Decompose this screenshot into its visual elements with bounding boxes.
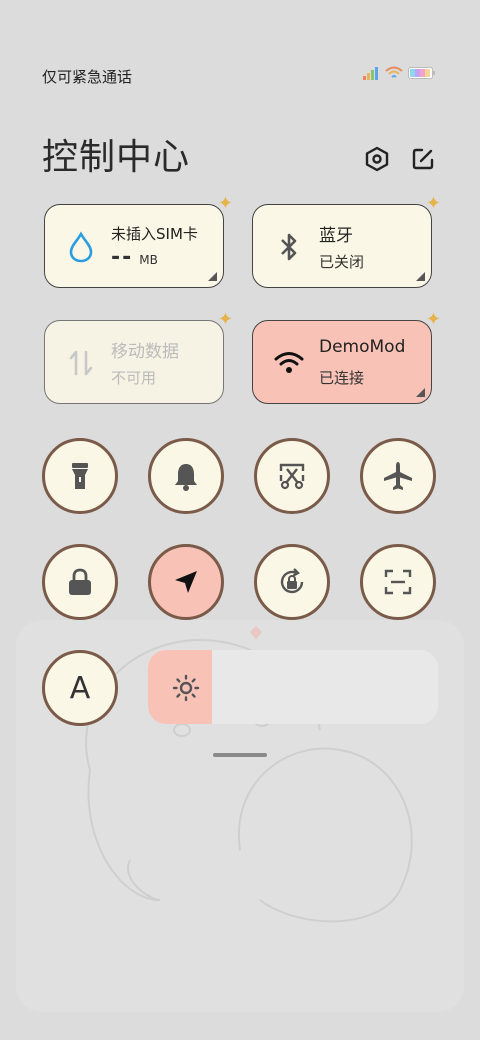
bluetooth-icon [273,231,305,263]
expand-corner-icon [208,272,217,281]
decoration-icon: ✦ [217,309,233,330]
carrier-status: 仅可紧急通话 [42,68,133,86]
bell-icon [175,464,197,491]
tile-title: 蓝牙 [319,226,353,246]
wifi-tile[interactable]: ✦ DemoMod 已连接 [252,309,441,404]
signal-icon [363,67,378,80]
drag-handle[interactable] [213,753,267,757]
letter-a-icon: A [69,670,91,706]
data-usage-tile[interactable]: ✦ 未插入SIM卡 -- MB [44,193,233,288]
lock-toggle[interactable] [42,544,118,620]
scan-icon [384,569,412,595]
decoration-icon: ✦ [425,193,441,214]
location-toggle[interactable] [148,544,224,620]
edit-button[interactable] [408,144,438,174]
decoration-icon: ✦ [217,193,233,214]
tile-subtitle: 不可用 [111,369,157,387]
expand-corner-icon [416,272,425,281]
bluetooth-tile[interactable]: ✦ 蓝牙 已关闭 [252,193,441,288]
lock-icon [69,568,91,595]
settings-button[interactable] [362,144,392,174]
flashlight-icon [72,463,88,489]
tile-title: 未插入SIM卡 [111,225,198,243]
usage-number: -- [111,245,134,270]
hexagon-gear-icon [365,146,389,172]
location-arrow-icon [175,571,197,593]
edit-icon [412,148,434,170]
scanner-toggle[interactable] [360,544,436,620]
status-bar: 仅可紧急通话 [0,0,480,110]
tile-title: 移动数据 [111,342,179,362]
usage-unit: MB [139,253,158,267]
expand-corner-icon [416,388,425,397]
battery-icon [408,67,435,79]
wifi-status-icon [385,66,403,78]
airplane-toggle[interactable] [360,438,436,514]
ring-toggle[interactable] [148,438,224,514]
airplane-icon [384,462,412,490]
water-drop-icon [65,231,97,263]
flashlight-toggle[interactable] [42,438,118,514]
data-usage-value: -- MB [111,245,158,270]
rotation-lock-toggle[interactable] [254,544,330,620]
wifi-icon [273,347,305,379]
data-arrows-icon [65,347,97,379]
status-icons [362,66,436,80]
rotation-lock-icon [280,568,304,594]
decoration-icon: ✦ [425,309,441,330]
tile-title: DemoMod [319,337,406,357]
sun-icon [172,674,200,702]
font-size-toggle[interactable]: A [42,650,118,726]
tile-subtitle: 已关闭 [319,253,365,271]
page-title: 控制中心 [42,137,191,178]
tile-subtitle: 已连接 [319,369,365,387]
scissors-screenshot-icon [279,463,305,490]
brightness-slider[interactable] [148,650,438,724]
screenshot-toggle[interactable] [254,438,330,514]
mobile-data-tile[interactable]: ✦ 移动数据 不可用 [44,309,233,404]
